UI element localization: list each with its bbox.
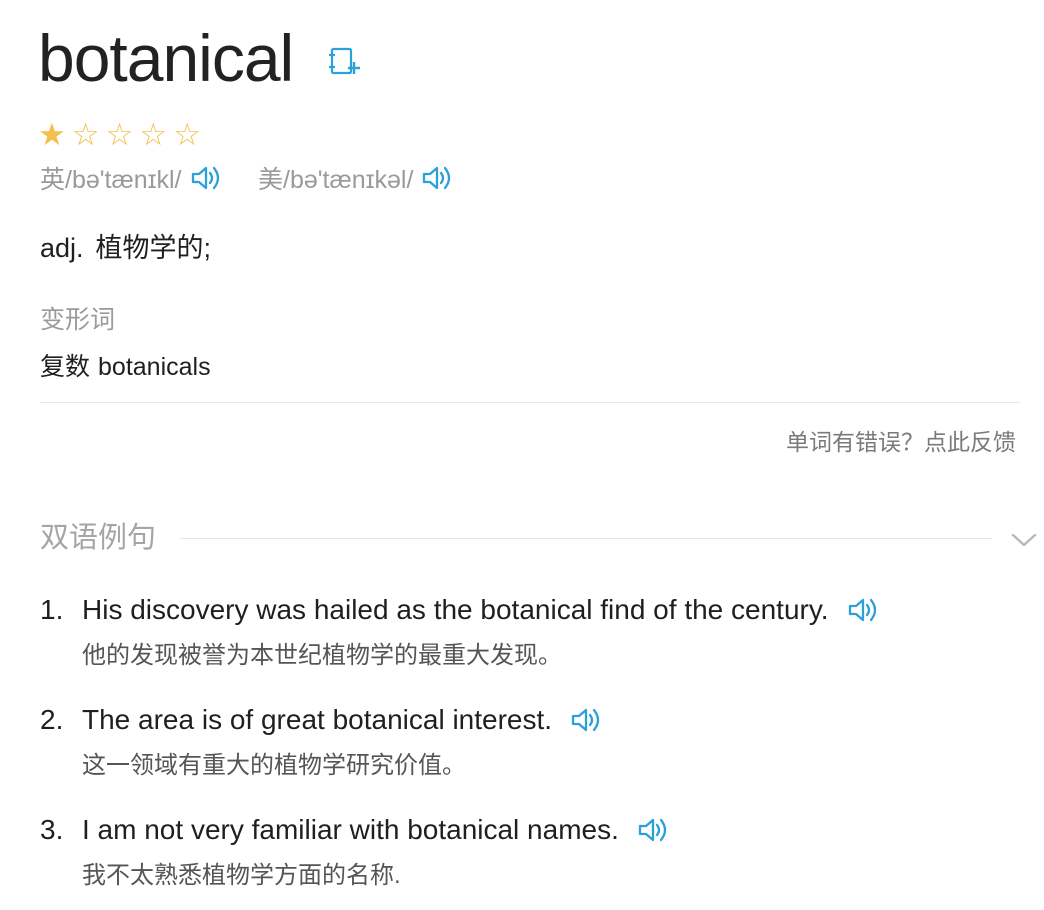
inflection-item: 复数 botanicals — [40, 349, 211, 385]
example-english-text: I am not very familiar with botanical na… — [82, 814, 619, 845]
speaker-icon[interactable] — [847, 595, 881, 625]
phonetic-uk: 英/bə'tænɪkl/ — [40, 160, 224, 196]
example-english: His discovery was hailed as the botanica… — [82, 590, 881, 630]
example-english-text: The area is of great botanical interest. — [82, 704, 553, 735]
speaker-icon[interactable] — [190, 163, 224, 193]
phonetic-us: 美/bə'tænɪkəl/ — [258, 160, 455, 196]
example-english: I am not very familiar with botanical na… — [82, 810, 671, 850]
star-empty-icon: ☆ — [173, 116, 201, 152]
phonetic-us-text: 美/bə'tænɪkəl/ — [258, 166, 414, 194]
example-number: 2. — [40, 704, 64, 735]
examples-section-title: 双语例句 — [40, 522, 157, 554]
example-english-text: His discovery was hailed as the botanica… — [82, 594, 829, 625]
phonetic-uk-text: 英/bə'tænɪkl/ — [40, 166, 182, 194]
star-empty-icon: ☆ — [105, 116, 134, 152]
example-number: 1. — [40, 594, 64, 625]
speaker-icon[interactable] — [637, 815, 671, 845]
divider — [40, 402, 1020, 403]
speaker-icon[interactable] — [570, 705, 604, 735]
star-empty-icon: ☆ — [71, 116, 100, 152]
inflection-type: 复数 — [40, 353, 91, 381]
definition: adj. 植物学的; — [40, 228, 211, 268]
feedback-link[interactable]: 单词有错误？点此反馈 — [786, 424, 1016, 460]
chevron-down-icon[interactable] — [1008, 523, 1040, 555]
example-chinese: 他的发现被誉为本世纪植物学的最重大发现。 — [82, 642, 562, 669]
example-english: The area is of great botanical interest. — [82, 700, 604, 740]
star-filled-icon: ★ — [38, 116, 66, 152]
add-to-wordbook-icon[interactable] — [326, 44, 362, 80]
inflection-value[interactable]: botanicals — [98, 353, 211, 381]
speaker-icon[interactable] — [421, 163, 455, 193]
section-divider — [180, 538, 992, 539]
example-chinese: 这一领域有重大的植物学研究价值。 — [82, 752, 466, 779]
star-empty-icon: ☆ — [139, 116, 168, 152]
headword: botanical — [38, 21, 294, 95]
inflections-label: 变形词 — [40, 306, 116, 334]
example-number: 3. — [40, 814, 64, 845]
example-chinese: 我不太熟悉植物学方面的名称. — [82, 862, 401, 889]
definition-meaning: 植物学的; — [95, 233, 212, 263]
part-of-speech: adj. — [40, 233, 84, 263]
star-rating: ★ ☆ ☆ ☆ ☆ — [38, 114, 201, 154]
